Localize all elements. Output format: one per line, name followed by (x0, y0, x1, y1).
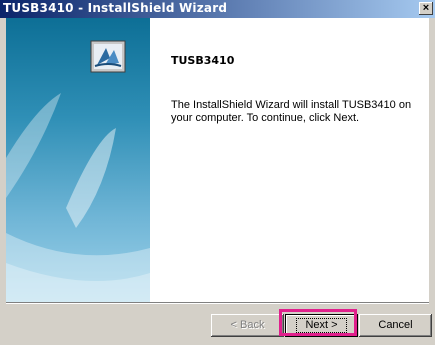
title-bar[interactable]: TUSB3410 - InstallShield Wizard × (0, 0, 435, 18)
installshield-wizard-window: TUSB3410 - InstallShield Wizard × TUSB34… (0, 0, 435, 345)
wizard-content-panel: TUSB3410 The InstallShield Wizard will i… (150, 18, 429, 302)
cancel-button[interactable]: Cancel (359, 314, 432, 337)
window-title: TUSB3410 - InstallShield Wizard (3, 1, 228, 15)
close-icon: × (422, 2, 430, 14)
close-button[interactable]: × (419, 2, 433, 15)
wizard-side-graphic (6, 18, 150, 302)
cancel-button-label: Cancel (378, 319, 413, 331)
next-button-label: Next > (296, 318, 347, 333)
back-button-label: < Back (230, 319, 265, 331)
button-separator (6, 302, 429, 304)
back-button[interactable]: < Back (211, 314, 284, 337)
side-graphic-art (6, 40, 150, 302)
next-button[interactable]: Next > (285, 314, 358, 337)
installshield-logo-icon (90, 40, 126, 73)
welcome-message: The InstallShield Wizard will install TU… (171, 99, 412, 124)
product-title: TUSB3410 (171, 54, 235, 67)
